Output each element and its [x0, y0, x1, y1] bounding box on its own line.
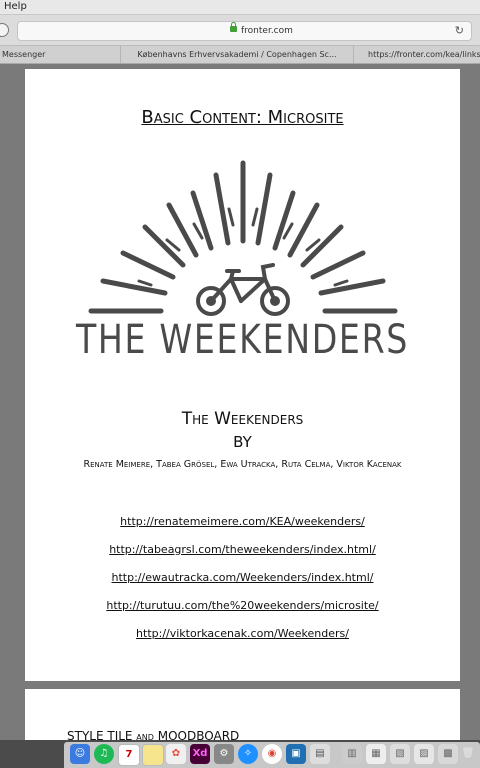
url-text: fronter.com: [241, 26, 293, 36]
link-tabea[interactable]: http://tabeagrsl.com/theweekenders/index…: [25, 543, 460, 556]
help-menu[interactable]: Help: [4, 0, 27, 14]
notes-icon[interactable]: [142, 744, 164, 766]
project-heading: The Weekenders: [181, 409, 304, 429]
page-title: Basic Content: Microsite: [141, 107, 344, 128]
settings-icon[interactable]: ⚙: [214, 744, 234, 764]
share-circle-icon[interactable]: [0, 23, 9, 37]
document-stack-icon[interactable]: ▦: [366, 744, 386, 764]
adobe-xd-icon[interactable]: Xd: [190, 744, 210, 764]
spotify-icon[interactable]: ♫: [94, 744, 114, 764]
tab-kea[interactable]: Københavns Erhvervsakademi / Copenhagen …: [121, 46, 354, 63]
photos-icon[interactable]: ✿: [166, 744, 186, 764]
link-ruta[interactable]: http://turutuu.com/the%20weekenders/micr…: [25, 599, 460, 612]
browser-toolbar: fronter.com ↻: [0, 15, 480, 46]
tab-bar: Messenger Københavns Erhvervsakademi / C…: [0, 46, 480, 64]
link-renate[interactable]: http://renatemeimere.com/KEA/weekenders/: [25, 515, 460, 528]
link-ewa[interactable]: http://ewautracka.com/Weekenders/index.h…: [25, 571, 460, 584]
authors-line: Renate Meimere, Tabea Grösel, Ewa Utrack…: [83, 459, 402, 470]
lock-icon: [230, 22, 237, 32]
app-store-icon[interactable]: ▣: [286, 744, 306, 764]
finder-icon[interactable]: ☺: [70, 744, 90, 764]
trash-icon[interactable]: 🗑: [458, 744, 478, 764]
screenshots-stack-icon[interactable]: ▩: [438, 744, 458, 764]
menu-bar: Help: [0, 0, 480, 15]
safari-icon[interactable]: ✧: [238, 744, 258, 764]
folder-stack-icon[interactable]: ▨: [414, 744, 434, 764]
link-viktor[interactable]: http://viktorkacenak.com/Weekenders/: [25, 627, 460, 640]
document-page: Basic Content: Microsite THE WEEKENDERS …: [25, 69, 460, 681]
by-label: BY: [233, 433, 252, 451]
address-bar[interactable]: fronter.com ↻: [17, 21, 472, 41]
reload-icon[interactable]: ↻: [455, 22, 464, 40]
logo-wordmark: THE WEEKENDERS: [75, 317, 410, 363]
tab-messenger[interactable]: Messenger: [0, 46, 121, 63]
tab-fronter-links[interactable]: https://fronter.com/kea/links/f: [356, 46, 480, 63]
xd-file-stack-icon[interactable]: ▧: [390, 744, 410, 764]
downloads-stack-icon[interactable]: ▥: [342, 744, 362, 764]
preview-icon[interactable]: ▤: [310, 744, 330, 764]
chrome-icon[interactable]: ◉: [262, 744, 282, 764]
calendar-icon[interactable]: 7: [118, 744, 140, 766]
